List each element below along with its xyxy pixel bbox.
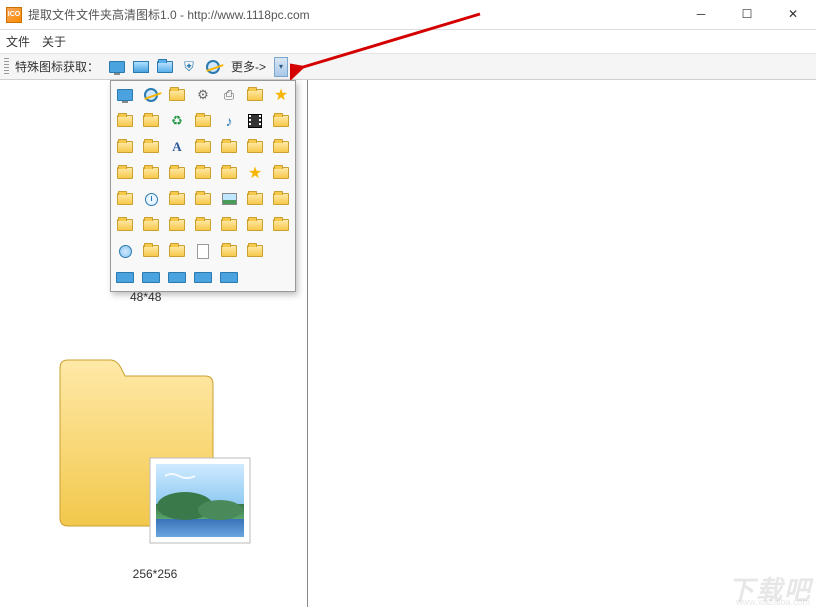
folder-icon[interactable] xyxy=(113,161,137,185)
monitor-wide-icon[interactable] xyxy=(165,265,189,289)
monitor-icon[interactable] xyxy=(107,57,127,77)
thumb-large-label: 256*256 xyxy=(55,567,255,581)
ie-icon[interactable] xyxy=(203,57,223,77)
monitor-wide-icon[interactable] xyxy=(217,265,241,289)
folder-icon[interactable] xyxy=(165,239,189,263)
folder-icon[interactable] xyxy=(217,135,241,159)
folder-icon[interactable] xyxy=(191,109,215,133)
recycle-icon[interactable]: ♻ xyxy=(165,109,189,133)
monitor-icon[interactable] xyxy=(113,83,137,107)
printer-icon[interactable]: ⎙ xyxy=(217,83,241,107)
folder-icon[interactable] xyxy=(191,135,215,159)
toolbar-grip xyxy=(4,58,9,76)
folder-icon[interactable] xyxy=(139,213,163,237)
folder-icon[interactable] xyxy=(217,213,241,237)
pic-icon[interactable] xyxy=(217,187,241,211)
music-icon[interactable]: ♪ xyxy=(217,109,241,133)
folder-icon[interactable] xyxy=(217,239,241,263)
left-pane: ⚙⎙ ★ ♻ ♪ A ★ 48*48 xyxy=(0,80,308,607)
folder-icon[interactable] xyxy=(243,83,267,107)
folder-icon[interactable] xyxy=(217,161,241,185)
folder-icon[interactable] xyxy=(165,83,189,107)
folder-icon[interactable] xyxy=(243,187,267,211)
desktop-icon[interactable] xyxy=(131,57,151,77)
more-button[interactable]: 更多-> xyxy=(227,58,270,75)
empty-cell xyxy=(243,265,267,289)
folder-icon[interactable] xyxy=(165,187,189,211)
window-title: 提取文件文件夹高清图标1.0 - http://www.1118pc.com xyxy=(28,6,678,23)
close-button[interactable]: ✕ xyxy=(770,0,816,29)
monitor-wide-icon[interactable] xyxy=(191,265,215,289)
folder-icon[interactable] xyxy=(165,213,189,237)
window-controls: ─ ☐ ✕ xyxy=(678,0,816,29)
folder-icon[interactable] xyxy=(243,135,267,159)
icon-picker-popup: ⚙⎙ ★ ♻ ♪ A ★ xyxy=(110,80,296,292)
folder-icon[interactable] xyxy=(269,109,293,133)
content-area: ⚙⎙ ★ ♻ ♪ A ★ 48*48 xyxy=(0,80,816,607)
film-icon[interactable] xyxy=(243,109,267,133)
folder-icon[interactable] xyxy=(269,187,293,211)
folder-icon[interactable] xyxy=(113,213,137,237)
monitor-wide-icon[interactable] xyxy=(113,265,137,289)
folder-icon[interactable] xyxy=(139,109,163,133)
folder-icon[interactable] xyxy=(243,239,267,263)
folder-icon[interactable] xyxy=(191,213,215,237)
empty-cell xyxy=(269,239,293,263)
menu-about[interactable]: 关于 xyxy=(42,33,66,50)
folder-icon[interactable] xyxy=(113,187,137,211)
thumb-small-label: 48*48 xyxy=(130,290,161,304)
folder-icon[interactable] xyxy=(269,135,293,159)
folder-icon[interactable] xyxy=(139,161,163,185)
titlebar: ICO 提取文件文件夹高清图标1.0 - http://www.1118pc.c… xyxy=(0,0,816,30)
folder-icon[interactable] xyxy=(269,213,293,237)
clock-icon[interactable] xyxy=(139,187,163,211)
globe-icon[interactable] xyxy=(113,239,137,263)
folder-icon[interactable] xyxy=(269,161,293,185)
dropdown-arrow-icon[interactable]: ▾ xyxy=(274,57,288,77)
watermark-url: www.xiazaiba.com xyxy=(736,597,810,607)
folder-icon[interactable] xyxy=(113,109,137,133)
folder-preview-icon xyxy=(55,348,255,558)
toolbar-label: 特殊图标获取： xyxy=(15,58,99,75)
doc-icon[interactable] xyxy=(191,239,215,263)
star-icon[interactable]: ★ xyxy=(243,161,267,185)
ie-icon[interactable] xyxy=(139,83,163,107)
folder-blue-icon[interactable] xyxy=(155,57,175,77)
monitor-wide-icon[interactable] xyxy=(139,265,163,289)
empty-cell xyxy=(269,265,293,289)
maximize-button[interactable]: ☐ xyxy=(724,0,770,29)
folder-icon[interactable] xyxy=(191,187,215,211)
app-icon: ICO xyxy=(6,7,22,23)
folder-icon[interactable] xyxy=(165,161,189,185)
star-icon[interactable]: ★ xyxy=(269,83,293,107)
minimize-button[interactable]: ─ xyxy=(678,0,724,29)
shield-icon[interactable]: ⛨ xyxy=(179,57,199,77)
folder-icon[interactable] xyxy=(191,161,215,185)
toolbar: 特殊图标获取： ⛨ 更多-> ▾ xyxy=(0,54,816,80)
folder-icon[interactable] xyxy=(113,135,137,159)
a-icon[interactable]: A xyxy=(165,135,189,159)
folder-icon[interactable] xyxy=(139,135,163,159)
large-preview: 256*256 xyxy=(55,348,255,581)
folder-icon[interactable] xyxy=(139,239,163,263)
menubar: 文件 关于 xyxy=(0,30,816,54)
gear-icon[interactable]: ⚙ xyxy=(191,83,215,107)
menu-file[interactable]: 文件 xyxy=(6,33,30,50)
right-pane xyxy=(308,80,816,607)
folder-icon[interactable] xyxy=(243,213,267,237)
